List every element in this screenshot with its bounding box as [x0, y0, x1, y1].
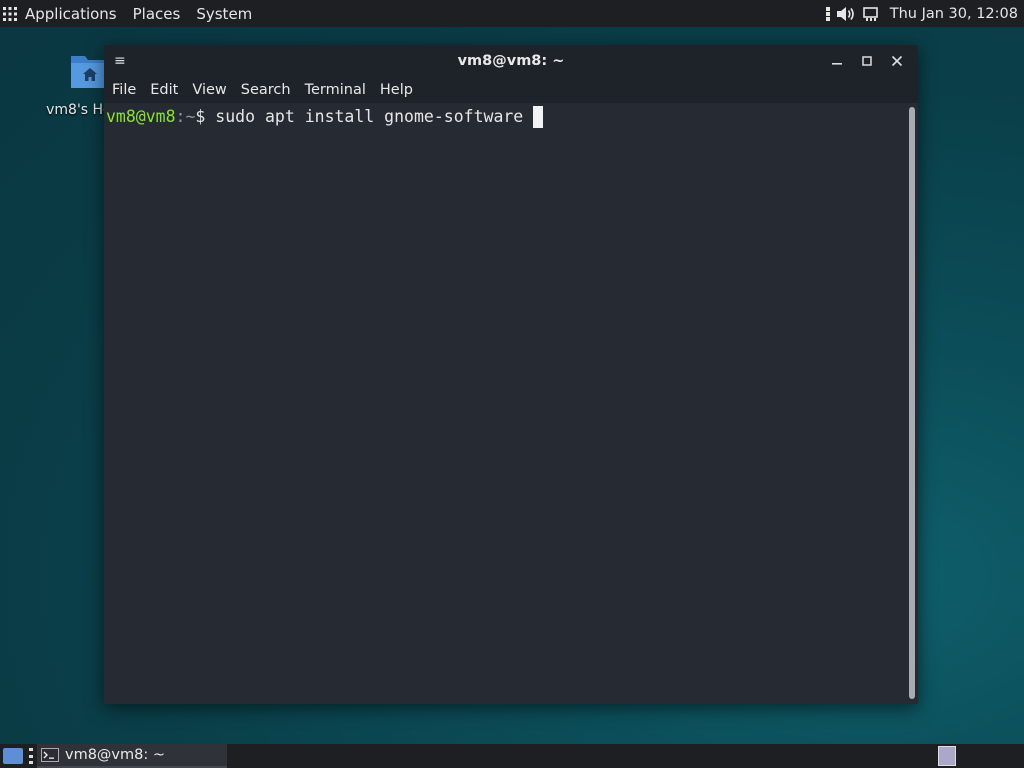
- menu-view[interactable]: View: [185, 77, 233, 103]
- places-menu[interactable]: Places: [125, 0, 189, 27]
- maximize-button[interactable]: [852, 45, 882, 77]
- network-icon[interactable]: [862, 6, 880, 22]
- show-desktop-icon[interactable]: [3, 748, 23, 764]
- close-icon: [891, 55, 903, 67]
- command-line: vm8@vm8:~$ sudo apt install gnome-softwa…: [106, 106, 544, 128]
- bottom-panel: vm8@vm8: ~: [0, 744, 1024, 768]
- taskbar-terminal-label: vm8@vm8: ~: [65, 747, 166, 763]
- terminal-menubar: File Edit View Search Terminal Help: [104, 77, 918, 103]
- applications-menu[interactable]: Applications: [25, 0, 125, 27]
- window-menu-icon[interactable]: ≡: [114, 53, 126, 69]
- system-menu[interactable]: System: [188, 0, 260, 27]
- menu-search[interactable]: Search: [234, 77, 298, 103]
- maximize-icon: [862, 56, 872, 66]
- close-button[interactable]: [882, 45, 912, 77]
- window-titlebar[interactable]: ≡ vm8@vm8: ~: [104, 45, 918, 77]
- volume-icon[interactable]: [836, 6, 856, 22]
- workspace-switcher[interactable]: [938, 746, 956, 766]
- menu-help[interactable]: Help: [373, 77, 420, 103]
- minimize-button[interactable]: [822, 45, 852, 77]
- menu-file[interactable]: File: [105, 77, 143, 103]
- terminal-scrollbar[interactable]: [909, 107, 915, 699]
- text-cursor: [533, 106, 544, 128]
- system-tray: Thu Jan 30, 12:08: [824, 0, 1024, 27]
- menu-edit[interactable]: Edit: [143, 77, 185, 103]
- terminal-window: ≡ vm8@vm8: ~ File Edit View Search Termi…: [104, 45, 918, 704]
- window-controls: [822, 45, 912, 77]
- notification-icon[interactable]: [824, 6, 832, 22]
- minimize-icon: [832, 63, 842, 65]
- apps-grid-icon[interactable]: [3, 6, 17, 21]
- prompt-symbol: $: [195, 107, 206, 126]
- panel-handle-icon[interactable]: [29, 748, 33, 764]
- taskbar-terminal-button[interactable]: vm8@vm8: ~: [37, 744, 227, 768]
- menu-terminal[interactable]: Terminal: [298, 77, 373, 103]
- top-panel: Applications Places System Thu Jan 30, 1…: [0, 0, 1024, 27]
- window-title: vm8@vm8: ~: [457, 53, 565, 69]
- clock[interactable]: Thu Jan 30, 12:08: [890, 6, 1018, 22]
- terminal-body[interactable]: vm8@vm8:~$ sudo apt install gnome-softwa…: [104, 103, 918, 704]
- command-text: sudo apt install gnome-software: [215, 107, 524, 126]
- prompt-user: vm8@vm8: [106, 107, 176, 126]
- prompt-path: :~: [175, 107, 196, 126]
- terminal-icon: [41, 748, 59, 762]
